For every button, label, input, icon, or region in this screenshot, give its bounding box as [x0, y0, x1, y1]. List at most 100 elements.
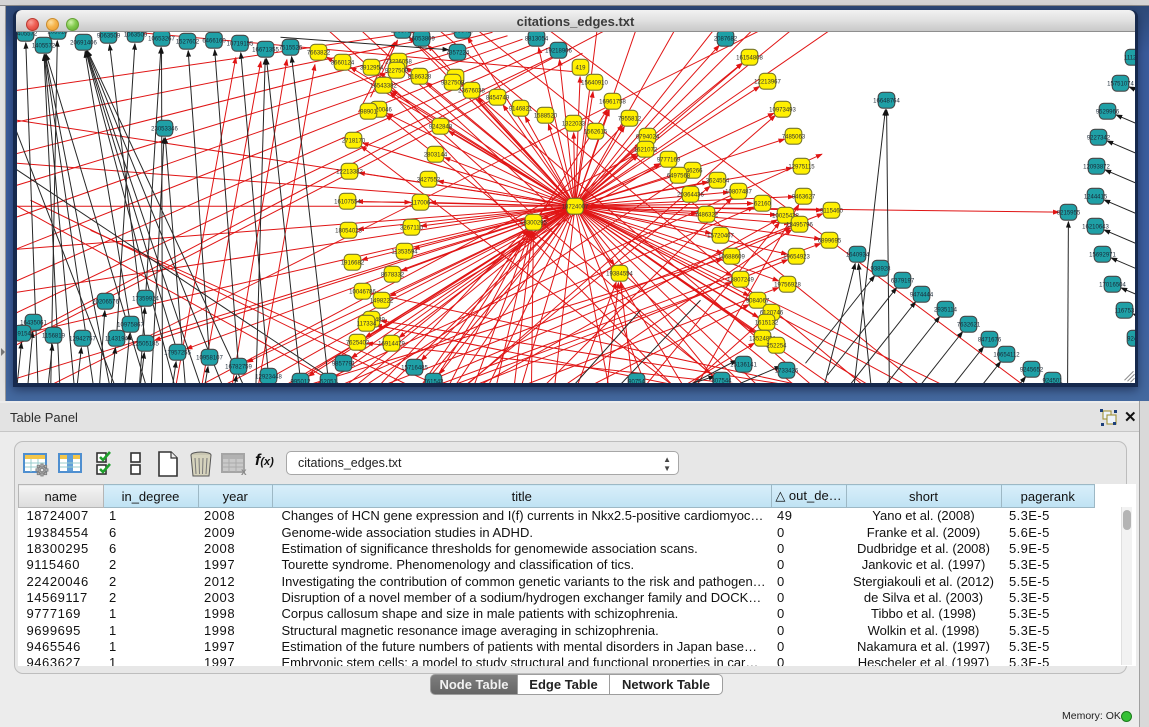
svg-text:1244415: 1244415 [1083, 194, 1107, 200]
svg-text:938928: 938928 [870, 266, 891, 272]
svg-text:16961758: 16961758 [599, 99, 626, 105]
svg-text:10653267: 10653267 [148, 36, 175, 42]
svg-text:2803144: 2803144 [423, 152, 447, 158]
svg-text:92450: 92450 [1127, 336, 1135, 342]
svg-text:924501: 924501 [1042, 378, 1063, 383]
svg-text:15720407: 15720407 [707, 233, 734, 239]
svg-text:419: 419 [575, 65, 586, 71]
svg-text:12923448: 12923448 [255, 374, 282, 380]
svg-text:12975115: 12975115 [788, 164, 815, 170]
svg-text:10807487: 10807487 [725, 189, 752, 195]
svg-text:16648764: 16648764 [873, 98, 900, 104]
svg-text:16914479: 16914479 [378, 341, 405, 347]
svg-text:995012: 995012 [290, 379, 311, 383]
svg-text:19654923: 19654923 [783, 254, 810, 260]
svg-text:116753: 116753 [1114, 308, 1134, 314]
svg-text:7485063: 7485063 [781, 134, 805, 140]
svg-text:16671355: 16671355 [252, 47, 279, 53]
svg-text:9463627: 9463627 [791, 194, 815, 200]
svg-text:8215955: 8215955 [1056, 210, 1080, 216]
svg-text:23053346: 23053346 [151, 126, 178, 132]
svg-text:15136141: 15136141 [730, 362, 757, 368]
svg-text:15716485: 15716485 [401, 365, 428, 371]
svg-text:1322033: 1322033 [561, 121, 585, 127]
svg-text:18724007: 18724007 [561, 204, 588, 210]
svg-text:12213967: 12213967 [754, 79, 781, 85]
svg-text:761543: 761543 [423, 379, 444, 383]
svg-text:1063509: 1063509 [123, 32, 147, 38]
svg-text:8660124: 8660124 [330, 60, 354, 66]
svg-text:9146821: 9146821 [508, 106, 532, 112]
svg-text:8471676: 8471676 [977, 337, 1001, 343]
svg-text:17359924: 17359924 [132, 296, 159, 302]
svg-text:7663822: 7663822 [306, 50, 330, 56]
svg-text:1527602: 1527602 [175, 39, 199, 45]
svg-text:9529966: 9529966 [1095, 109, 1119, 115]
svg-text:9857791: 9857791 [331, 361, 355, 367]
svg-text:3267110: 3267110 [400, 225, 424, 231]
svg-text:8678332: 8678332 [380, 272, 404, 278]
svg-text:1498222: 1498222 [369, 298, 393, 304]
svg-text:117006: 117006 [410, 200, 430, 206]
svg-text:52051: 52051 [320, 379, 337, 383]
svg-text:9242848: 9242848 [428, 124, 452, 130]
svg-text:20364436: 20364436 [677, 192, 704, 198]
svg-text:8454749: 8454749 [485, 95, 509, 101]
svg-text:1640934: 1640934 [845, 252, 869, 258]
svg-text:12093872: 12093872 [1083, 164, 1110, 170]
svg-text:10046786: 10046786 [349, 289, 376, 295]
svg-text:10688609: 10688609 [718, 254, 745, 260]
svg-text:1562615: 1562615 [583, 129, 607, 135]
svg-text:205913: 205913 [47, 32, 68, 35]
svg-text:1143194: 1143194 [105, 336, 129, 342]
svg-text:7515526: 7515526 [278, 45, 302, 51]
svg-text:20206576: 20206576 [92, 299, 119, 305]
svg-text:7486322: 7486322 [694, 212, 718, 218]
svg-text:9227509: 9227509 [384, 68, 408, 74]
svg-text:6899695: 6899695 [817, 238, 841, 244]
svg-text:8186328: 8186328 [407, 74, 431, 80]
svg-text:18807249: 18807249 [727, 277, 754, 283]
svg-text:16210643: 16210643 [1082, 224, 1109, 230]
svg-text:19756928: 19756928 [774, 282, 801, 288]
svg-text:3912954: 3912954 [359, 65, 383, 71]
svg-text:2087682: 2087682 [713, 36, 737, 42]
svg-text:6497568: 6497568 [666, 173, 690, 179]
svg-text:2935114: 2935114 [934, 307, 958, 313]
svg-text:20691406: 20691406 [70, 40, 97, 46]
svg-text:15640910: 15640910 [581, 80, 608, 86]
svg-text:16107554: 16107554 [334, 199, 361, 205]
svg-text:18495796: 18495796 [786, 222, 813, 228]
svg-text:19384554: 19384554 [606, 271, 633, 277]
svg-text:16782759: 16782759 [225, 364, 252, 370]
svg-text:1621072: 1621072 [633, 147, 657, 153]
svg-text:6794024: 6794024 [635, 134, 659, 140]
svg-text:7625402: 7625402 [345, 340, 369, 346]
svg-text:12505185: 12505185 [132, 341, 159, 347]
svg-text:62160: 62160 [754, 201, 771, 207]
svg-text:9327508: 9327508 [440, 80, 464, 86]
svg-text:3427552: 3427552 [416, 177, 440, 183]
svg-text:111240: 111240 [1123, 55, 1134, 61]
svg-text:16053809: 16053809 [408, 36, 435, 42]
svg-text:1615132: 1615132 [754, 320, 778, 326]
svg-text:117334: 117334 [356, 321, 376, 327]
svg-text:15692971: 15692971 [1089, 252, 1116, 258]
svg-text:23676038: 23676038 [458, 88, 485, 94]
svg-text:8813054: 8813054 [524, 36, 548, 42]
svg-text:90754: 90754 [628, 379, 645, 383]
svg-text:17957255: 17957255 [164, 350, 191, 356]
svg-text:10719155: 10719155 [226, 41, 253, 47]
svg-text:9474444: 9474444 [909, 292, 933, 298]
svg-text:7632621: 7632621 [956, 322, 980, 328]
svg-text:10973493: 10973493 [769, 107, 796, 113]
svg-text:2093719: 2093719 [390, 32, 414, 34]
svg-text:17016504: 17016504 [1099, 282, 1126, 288]
svg-text:10654112: 10654112 [993, 352, 1020, 358]
svg-text:16154808: 16154808 [736, 55, 763, 61]
svg-text:1588520: 1588520 [533, 113, 557, 119]
svg-text:6466160: 6466160 [202, 38, 226, 44]
svg-text:252254: 252254 [766, 343, 787, 349]
svg-text:1156819: 1156819 [42, 333, 66, 339]
svg-text:98901: 98901 [360, 109, 377, 115]
